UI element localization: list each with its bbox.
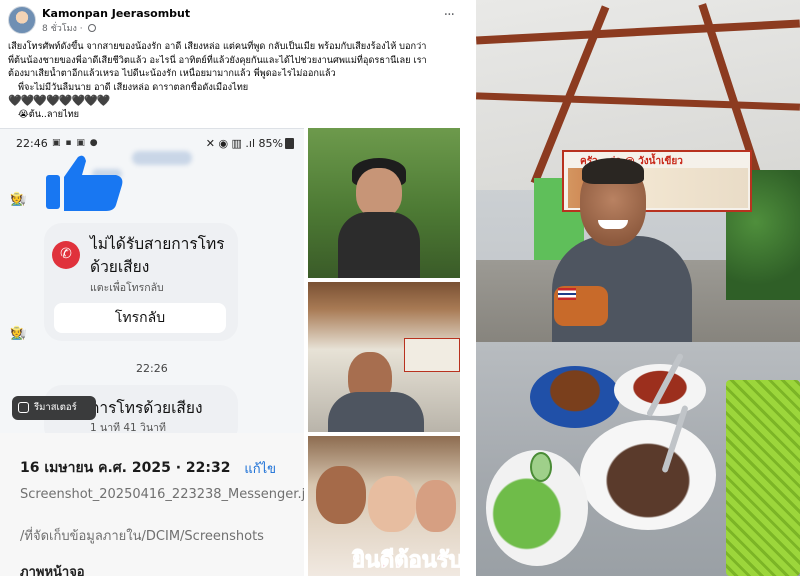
remaster-icon [18,402,29,413]
thai-flag-patch [558,288,576,300]
meat-plate [580,420,716,530]
status-right: ✕ ◉ ▥ .ıl 85% [206,137,294,150]
post-text-line: เสียงโทรศัพท์ดังขึ้น จากสายของน้องรัก อา… [8,41,427,52]
more-options-icon[interactable]: ··· [444,8,455,22]
post-photo-3[interactable] [308,282,460,432]
post-photo-main[interactable]: ครัว...ล่อ @ วังน้ำเขียว [476,0,800,576]
post-text-line: ต้องมาเสียน้ำตาอีกแล้วเหรอ ไปดีนะน้องรัก… [8,68,336,80]
post-header: Kamonpan Jeerasombut 8 ชั่วโมง · ··· [8,6,460,34]
photo-person-face [316,466,366,524]
post-meta: 8 ชั่วโมง · [42,21,96,35]
post-text-line: พี่จะไม่มีวันลืมนาย อาดี เสียงหล่อ ดาราต… [18,81,249,93]
chat-timestamp: 22:26 [136,362,168,375]
notification-icons: ▣ ▪ ▣ ● [52,138,99,148]
photo-person-face [416,480,456,532]
post-photo-4[interactable]: ยินดีต้อนรับ [308,436,460,576]
welcome-banner-text: ยินดีต้อนรับ [352,548,460,574]
black-hearts: 🖤🖤🖤🖤🖤🖤🖤🖤 [8,94,111,108]
photo-person-hair [582,158,644,184]
contact-avatar-icon: 🧑‍🌾 [10,192,27,207]
post-text: เสียงโทรศัพท์ดังขึ้น จากสายของน้องรัก อา… [8,40,460,122]
gallery-info-panel: 16 เมษายน ค.ศ. 2025 · 22:32 แก้ไข Screen… [0,433,304,576]
post-time[interactable]: 8 ชั่วโมง [42,24,77,34]
photo-person-face [356,168,402,218]
file-name: Screenshot_20250416_223238_Messenger.jpg [20,487,304,502]
missed-call-subtitle: แตะเพื่อโทรกลับ [90,282,164,294]
status-time: 22:46 [16,137,48,150]
post-photo-screenshot[interactable]: 22:46 ▣ ▪ ▣ ● ✕ ◉ ▥ .ıl 85% 🧑‍🌾 🧑‍🌾 ✆ ไม… [0,128,304,576]
author-name[interactable]: Kamonpan Jeerasombut [42,7,190,20]
missed-call-bubble[interactable]: ✆ ไม่ได้รับสายการโทรด้วยเสียง แตะเพื่อโท… [44,223,238,341]
globe-icon [87,24,96,32]
contact-avatar-icon: 🧑‍🌾 [10,326,27,341]
photo-sign [404,338,460,372]
edit-link[interactable]: แก้ไข [244,458,276,479]
post-text-line: พี่ต้นน้องชายของพี่อาดีเสียชีวิตแล้ว อะไ… [8,54,427,66]
facebook-post: Kamonpan Jeerasombut 8 ชั่วโมง · ··· เสี… [0,0,468,576]
green-basket [726,380,800,576]
call-back-button[interactable]: โทรกลับ [54,303,226,333]
post-photo-2[interactable] [308,128,460,278]
photo-person-face [368,476,416,532]
file-path: /ที่จัดเก็บข้อมูลภายใน/DCIM/Screenshots [20,529,264,544]
blurred-name [132,151,192,165]
missed-call-title: ไม่ได้รับสายการโทรด้วยเสียง [90,235,225,276]
remaster-label: รีมาสเตอร์ [34,402,77,413]
photo-person-smile [598,220,628,229]
battery-icon [285,138,294,149]
photo-person-body [328,392,424,432]
author-avatar[interactable] [8,6,36,34]
soup-bowl [530,366,620,428]
photo-person-body [338,212,420,278]
signal-battery-text: ✕ ◉ ▥ .ıl 85% [205,137,283,150]
voice-call-title: การโทรด้วยเสียง [90,399,203,417]
like-thumb-icon [46,155,123,211]
missed-call-icon: ✆ [52,241,80,269]
remaster-button[interactable]: รีมาสเตอร์ [12,396,96,420]
section-label: ภาพหน้าจอ [20,565,85,576]
post-signature: 😭ต้น..ลายไทย [18,108,80,120]
photo-date: 16 เมษายน ค.ศ. 2025 · 22:32 [20,460,231,476]
cucumber-slice [530,452,552,482]
